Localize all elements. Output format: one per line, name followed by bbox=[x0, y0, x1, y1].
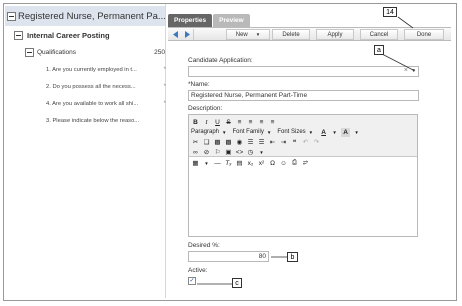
candidate-application-label: Candidate Application: bbox=[188, 57, 253, 64]
editor-content-area[interactable] bbox=[189, 157, 417, 236]
dropdown-arrow-icon[interactable]: ▼ bbox=[352, 128, 361, 137]
cut-icon[interactable]: ✂ bbox=[191, 138, 200, 147]
collapse-icon[interactable] bbox=[25, 48, 34, 57]
done-button[interactable]: Done bbox=[404, 29, 444, 40]
tab-preview[interactable]: Preview bbox=[213, 14, 250, 27]
align-left-icon[interactable]: ≡ bbox=[235, 118, 244, 127]
background-color-icon[interactable]: A bbox=[341, 127, 351, 137]
dropdown-arrow-icon: ▼ bbox=[255, 32, 261, 37]
paste-icon[interactable]: ▩ bbox=[213, 138, 222, 147]
collapse-icon[interactable] bbox=[14, 31, 23, 40]
align-justify-icon[interactable]: ≡ bbox=[268, 118, 277, 127]
callout-c: c bbox=[232, 278, 242, 288]
cancel-button[interactable]: Cancel bbox=[360, 29, 398, 40]
paragraph-label: Paragraph bbox=[191, 129, 220, 135]
underline-icon[interactable]: U bbox=[213, 118, 222, 127]
font-sizes-label: Font Sizes bbox=[277, 129, 306, 135]
text-color-icon[interactable]: A bbox=[319, 128, 328, 137]
tree-node-label: Qualifications bbox=[37, 49, 77, 56]
tree-root-node[interactable]: Registered Nurse, Permanent Pa... bbox=[5, 6, 165, 26]
tree-panel: Registered Nurse, Permanent Pa... Intern… bbox=[4, 4, 166, 298]
link-icon[interactable]: ∞ bbox=[191, 148, 200, 157]
align-right-icon[interactable]: ≡ bbox=[257, 118, 266, 127]
clear-icon[interactable]: × bbox=[404, 67, 408, 74]
collapse-icon[interactable] bbox=[7, 11, 16, 21]
anchor-icon[interactable]: ⚐ bbox=[213, 148, 222, 157]
apply-button[interactable]: Apply bbox=[316, 29, 354, 40]
tree-item-question-4[interactable]: 4. Are you available to work all shi... … bbox=[46, 101, 166, 107]
new-button-label: New bbox=[235, 31, 248, 38]
tree-node-label: Internal Career Posting bbox=[27, 31, 110, 40]
tree-item-question-3[interactable]: 3. Please indicate below the reaso... bbox=[46, 118, 166, 124]
outdent-icon[interactable]: ⇤ bbox=[268, 138, 277, 147]
new-button[interactable]: New ▼ bbox=[226, 29, 270, 40]
active-checkbox[interactable]: ✓ bbox=[188, 277, 196, 285]
previous-arrow-icon[interactable] bbox=[171, 30, 180, 39]
question-label: 3. Please indicate below the reaso... bbox=[46, 118, 140, 124]
bold-icon[interactable]: B bbox=[191, 118, 200, 127]
code-icon[interactable]: <> bbox=[235, 148, 244, 157]
bullet-list-icon[interactable]: ☰ bbox=[246, 138, 255, 147]
desired-percent-label: Desired %: bbox=[188, 242, 220, 249]
tree-node-qualifications[interactable]: Qualifications 250 bbox=[25, 48, 165, 57]
name-input[interactable]: Registered Nurse, Permanent Part-Time bbox=[188, 90, 419, 101]
qualifications-count: 250 bbox=[154, 49, 165, 56]
chevron-down-icon[interactable]: ▼ bbox=[411, 68, 416, 74]
tree-item-question-1[interactable]: 1. Are you currently employed in t... * bbox=[46, 67, 166, 73]
question-label: 4. Are you available to work all shi... bbox=[46, 101, 139, 107]
font-family-label: Font Family bbox=[232, 129, 264, 135]
paragraph-dropdown[interactable]: Paragraph ▼ bbox=[191, 128, 227, 137]
clock-icon[interactable]: ◷ bbox=[246, 148, 255, 157]
callout-a: a bbox=[374, 45, 384, 55]
tab-bar: Properties Preview bbox=[168, 14, 251, 27]
delete-button[interactable]: Delete bbox=[272, 29, 310, 40]
name-label: *Name: bbox=[188, 81, 210, 88]
indent-icon[interactable]: ⇥ bbox=[279, 138, 288, 147]
toolbar-separator bbox=[193, 29, 194, 40]
active-label: Active: bbox=[188, 267, 208, 274]
image-icon[interactable]: ▣ bbox=[224, 148, 233, 157]
required-mark: * bbox=[163, 84, 166, 90]
strikethrough-icon[interactable]: S bbox=[224, 118, 233, 127]
unlink-icon[interactable]: ⊘ bbox=[202, 148, 211, 157]
redo-icon[interactable]: ↷ bbox=[312, 138, 321, 147]
font-family-dropdown[interactable]: Font Family ▼ bbox=[233, 128, 272, 137]
tree-node-internal-career-posting[interactable]: Internal Career Posting bbox=[14, 31, 110, 40]
callout-done: 14 bbox=[383, 7, 397, 17]
tree-item-question-2[interactable]: 2. Do you possess all the necess... * bbox=[46, 84, 166, 90]
description-label: Description: bbox=[188, 105, 223, 112]
tree-root-label: Registered Nurse, Permanent Pa... bbox=[18, 10, 165, 22]
required-mark: * bbox=[163, 101, 166, 107]
paste-word-icon[interactable]: ▩ bbox=[224, 138, 233, 147]
candidate-application-select[interactable]: × ▼ bbox=[188, 66, 419, 77]
dropdown-arrow-icon[interactable]: ▼ bbox=[257, 148, 266, 157]
editor-toolbar: B I U S ≡ ≡ ≡ ≡ Paragraph ▼ Font Family ▼ … bbox=[189, 115, 417, 157]
desired-percent-input[interactable]: 80 bbox=[188, 251, 269, 262]
question-label: 2. Do you possess all the necess... bbox=[46, 84, 136, 90]
dropdown-arrow-icon[interactable]: ▼ bbox=[330, 128, 339, 137]
toolbar: New ▼ Delete Apply Cancel Done bbox=[168, 27, 451, 41]
question-label: 1. Are you currently employed in t... bbox=[46, 67, 137, 73]
dropdown-arrow-icon: ▼ bbox=[308, 129, 314, 135]
dropdown-arrow-icon: ▼ bbox=[266, 129, 272, 135]
blockquote-icon[interactable]: ❝ bbox=[290, 138, 299, 147]
find-icon[interactable]: ◉ bbox=[235, 138, 244, 147]
undo-icon[interactable]: ↶ bbox=[301, 138, 310, 147]
dropdown-arrow-icon: ▼ bbox=[222, 129, 227, 135]
required-mark: * bbox=[163, 67, 166, 73]
callout-b: b bbox=[287, 252, 298, 262]
font-sizes-dropdown[interactable]: Font Sizes ▼ bbox=[277, 128, 313, 137]
numbered-list-icon[interactable]: ☰ bbox=[257, 138, 266, 147]
italic-icon[interactable]: I bbox=[202, 118, 211, 127]
align-center-icon[interactable]: ≡ bbox=[246, 118, 255, 127]
tab-properties[interactable]: Properties bbox=[168, 14, 213, 27]
copy-icon[interactable]: ❏ bbox=[202, 138, 211, 147]
description-editor: B I U S ≡ ≡ ≡ ≡ Paragraph ▼ Font Family ▼ … bbox=[188, 114, 418, 237]
next-arrow-icon[interactable] bbox=[183, 30, 192, 39]
